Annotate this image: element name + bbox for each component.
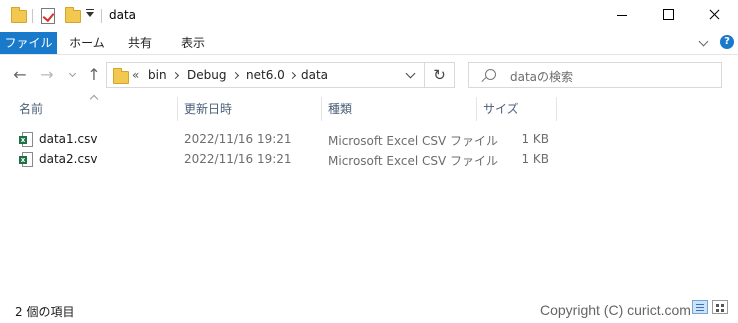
status-item-count: 2 個の項目	[15, 305, 75, 319]
column-header-modified[interactable]: 更新日時	[184, 95, 319, 123]
breadcrumb-separator-icon[interactable]	[171, 71, 180, 80]
minimize-button[interactable]	[599, 0, 645, 30]
file-row[interactable]: x data1.csv 2022/11/16 19:21 Microsoft E…	[14, 130, 554, 150]
recent-locations-chevron-icon[interactable]	[68, 69, 77, 78]
column-divider[interactable]	[476, 97, 477, 121]
file-size: 1 KB	[521, 152, 549, 166]
navigation-bar: ← → ↑ « bin Debug net6.0 data ↻ dataの検索	[0, 58, 738, 92]
file-name: data1.csv	[39, 132, 98, 146]
address-history-dropdown-icon[interactable]	[405, 68, 416, 79]
expand-ribbon-chevron-icon[interactable]	[698, 36, 709, 47]
title-bar: data	[0, 0, 738, 32]
breadcrumb-data[interactable]: data	[301, 68, 328, 82]
column-divider[interactable]	[177, 97, 178, 121]
tab-file[interactable]: ファイル	[0, 32, 57, 54]
customize-quick-access-dropdown-icon[interactable]	[86, 9, 94, 17]
breadcrumb-overflow[interactable]: «	[132, 68, 139, 82]
refresh-button[interactable]: ↻	[425, 62, 455, 88]
column-divider[interactable]	[321, 97, 322, 121]
tab-home[interactable]: ホーム	[62, 32, 112, 54]
address-folder-icon	[113, 68, 129, 84]
window-title: data	[109, 8, 137, 22]
breadcrumb-net6[interactable]: net6.0	[246, 68, 285, 82]
ribbon-tabs: ファイル ホーム 共有 表示 ?	[0, 32, 738, 55]
breadcrumb-separator-icon[interactable]	[231, 71, 240, 80]
column-header-type[interactable]: 種類	[328, 95, 473, 123]
title-separator	[32, 9, 33, 23]
column-header-name[interactable]: 名前	[19, 95, 174, 123]
details-view-button[interactable]	[692, 300, 708, 314]
column-divider[interactable]	[556, 97, 557, 121]
breadcrumb-bin[interactable]: bin	[148, 68, 167, 82]
file-size: 1 KB	[521, 132, 549, 146]
forward-arrow-icon[interactable]: →	[38, 66, 56, 84]
file-type: Microsoft Excel CSV ファイル	[328, 134, 499, 148]
file-row[interactable]: x data2.csv 2022/11/16 19:21 Microsoft E…	[14, 150, 554, 170]
properties-check-icon[interactable]	[41, 8, 55, 24]
column-header-size[interactable]: サイズ	[483, 95, 553, 123]
up-arrow-icon[interactable]: ↑	[85, 66, 103, 84]
title-separator-2	[101, 9, 102, 23]
back-arrow-icon[interactable]: ←	[11, 66, 29, 84]
file-modified: 2022/11/16 19:21	[184, 152, 292, 166]
maximize-button[interactable]	[645, 0, 691, 30]
search-placeholder: dataの検索	[510, 70, 574, 84]
file-name: data2.csv	[39, 152, 98, 166]
breadcrumb-debug[interactable]: Debug	[187, 68, 226, 82]
excel-csv-icon: x	[19, 132, 33, 147]
search-box[interactable]: dataの検索	[468, 62, 722, 88]
tab-view[interactable]: 表示	[170, 32, 216, 54]
file-modified: 2022/11/16 19:21	[184, 132, 292, 146]
large-icons-view-button[interactable]	[712, 300, 728, 314]
file-explorer-window: data ファイル ホーム 共有 表示 ? ← → ↑ « bin Debug …	[0, 0, 738, 323]
close-button[interactable]	[691, 0, 737, 30]
new-folder-icon	[65, 7, 81, 23]
breadcrumb-separator-icon[interactable]	[288, 71, 297, 80]
excel-csv-icon: x	[19, 152, 33, 167]
help-icon[interactable]: ?	[720, 35, 734, 49]
copyright-watermark: Copyright (C) curict.com	[540, 302, 691, 318]
search-icon	[485, 69, 496, 80]
tab-share[interactable]: 共有	[117, 32, 163, 54]
file-type: Microsoft Excel CSV ファイル	[328, 154, 499, 168]
address-bar[interactable]: « bin Debug net6.0 data	[106, 62, 425, 88]
folder-icon	[11, 7, 27, 23]
